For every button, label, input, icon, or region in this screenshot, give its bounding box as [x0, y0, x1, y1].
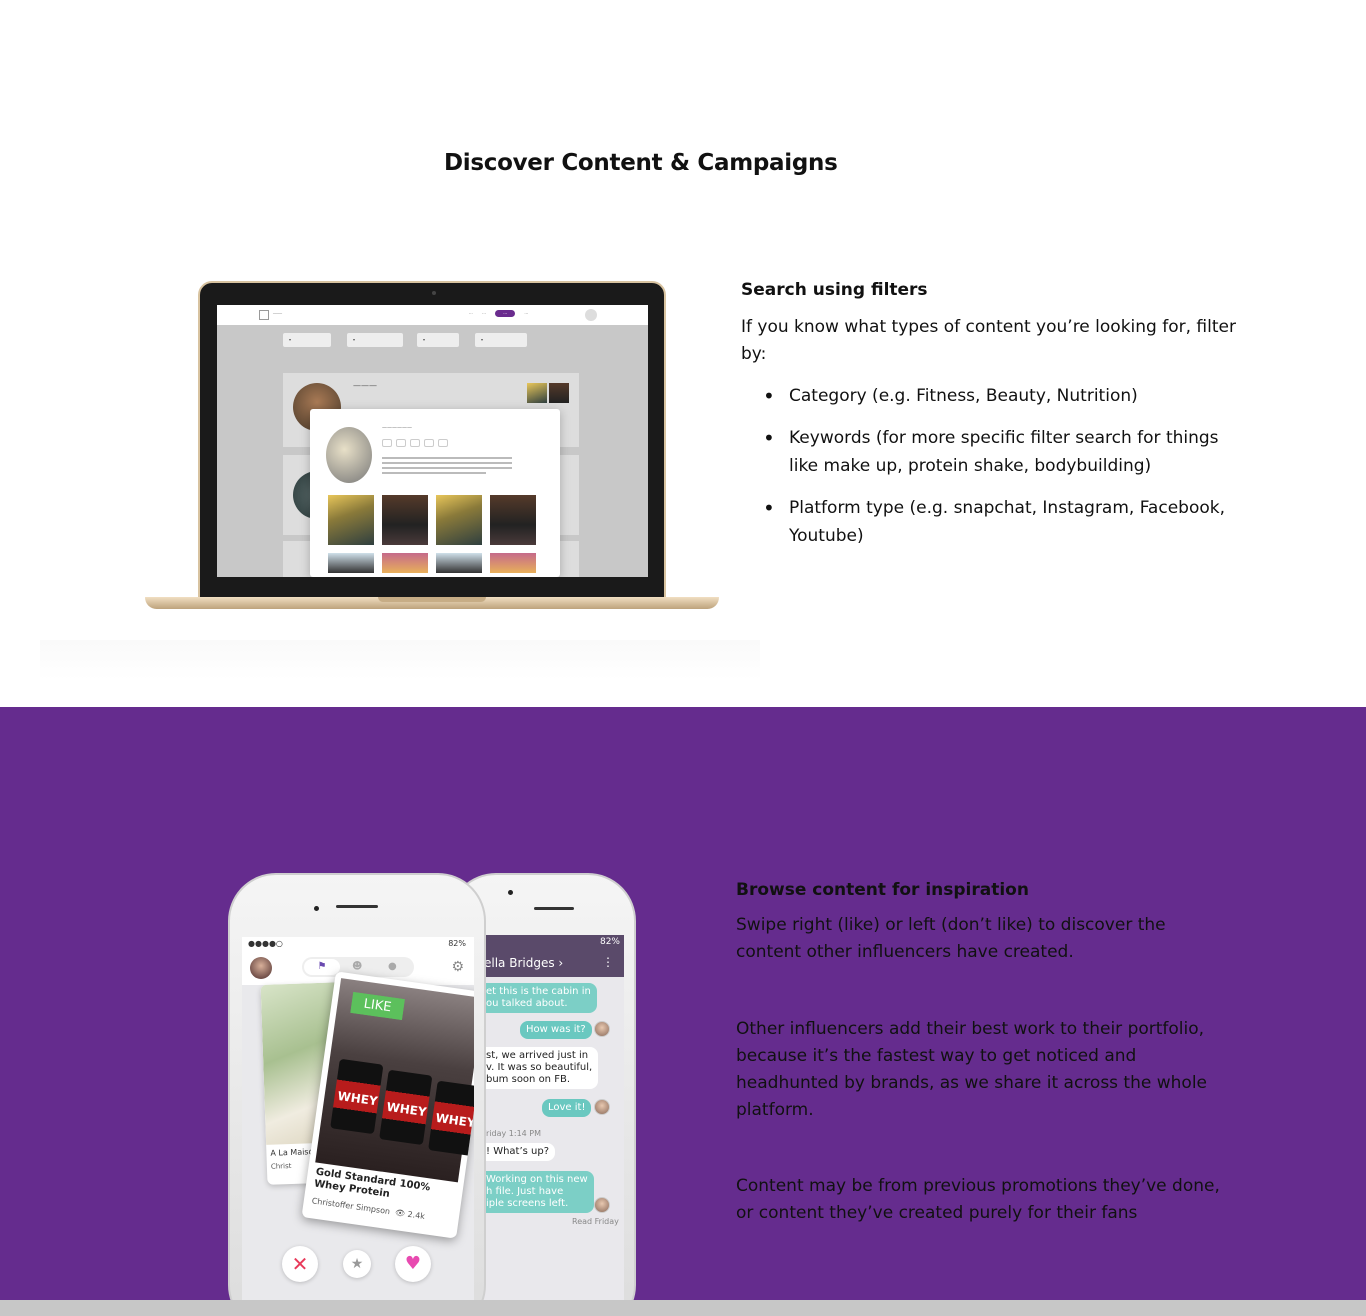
chat-contact-name: ella Bridges [484, 956, 555, 970]
grid-image [328, 495, 374, 545]
swipe-screen: ●●●●○ 82% ⚑ ☻ ● ⚙ A La Maison Hand & Bo … [242, 937, 474, 1316]
status-bar: 82% [480, 935, 624, 949]
chat-header: ella Bridges › ⋮ [480, 949, 624, 977]
filter-list: Category (e.g. Fitness, Beauty, Nutritio… [741, 382, 1241, 550]
nav-item-active: ··· [495, 310, 516, 317]
nav-item: ··· [482, 311, 486, 316]
browse-paragraph-promotions: Content may be from previous promotions … [736, 1176, 1220, 1223]
protein-tub: WHEY [379, 1069, 433, 1146]
avatar [585, 309, 597, 321]
protein-tub: WHEY [330, 1058, 384, 1135]
chat-timestamp: Friday 1:14 PM [482, 1129, 542, 1138]
grid-image [382, 495, 428, 545]
app-brand: ─── [273, 311, 283, 317]
app-logo-icon [259, 310, 269, 320]
app-nav: ··· ··· ··· ··· [469, 310, 536, 317]
grid-image [436, 495, 482, 545]
nav-item: ··· [524, 311, 529, 316]
chat-message: st, we arrived just in v. It was so beaut… [480, 1047, 599, 1089]
tag-icon[interactable]: ⚑ [304, 959, 340, 975]
discover-section: Discover Content & Campaigns ─── ··· ···… [0, 0, 1366, 707]
phone-sensor [508, 890, 513, 895]
more-menu-icon[interactable]: ⋮ [602, 955, 614, 969]
phone-speaker [336, 905, 378, 908]
laptop-screen: ─── ··· ··· ··· ··· ▾ ▾ ▾ ▾ ——— —————— [217, 305, 648, 577]
search-text-block: Search using filters If you know what ty… [741, 280, 1241, 564]
card-image: WHEY WHEY WHEY LIKE [315, 978, 474, 1183]
laptop-shadow [40, 640, 760, 680]
chat-message: How was it? [520, 1021, 592, 1039]
chat-message: Working on this new h file. Just have iple… [480, 1171, 594, 1213]
battery-label: 82% [599, 937, 620, 947]
filter-bullet-keywords: Keywords (for more specific filter searc… [741, 424, 1241, 480]
chat-message: et this is the cabin in ou talked about. [480, 983, 597, 1013]
bottom-strip [0, 1300, 1366, 1316]
chat-message: ! What’s up? [480, 1143, 556, 1161]
grid-image [328, 553, 374, 573]
laptop-camera [432, 291, 436, 295]
swipe-phone-mockup: ●●●●○ 82% ⚑ ☻ ● ⚙ A La Maison Hand & Bo … [228, 873, 486, 1316]
product-image [326, 427, 372, 483]
search-heading: Search using filters [741, 280, 928, 300]
browse-text-block: Browse content for inspiration Swipe rig… [736, 880, 1236, 1227]
browse-heading: Browse content for inspiration [736, 880, 1029, 900]
grid-image [382, 553, 428, 573]
like-badge: LIKE [350, 991, 405, 1020]
filter-platform: ▾ [475, 333, 527, 347]
filter-bullet-platform: Platform type (e.g. snapchat, Instagram,… [741, 494, 1241, 550]
chat-screen: 82% ella Bridges › ⋮ et this is the cabi… [480, 935, 624, 1315]
avatar [594, 1197, 610, 1213]
laptop-mockup: ─── ··· ··· ··· ··· ▾ ▾ ▾ ▾ ——— —————— [198, 281, 666, 599]
dislike-button[interactable]: ✕ [282, 1246, 318, 1282]
browse-paragraph-swipe: Swipe right (like) or left (don’t like) … [736, 915, 1166, 962]
like-button[interactable]: ♥ [395, 1246, 431, 1282]
laptop-notch [378, 597, 486, 602]
grid-image [436, 553, 482, 573]
phone-camera [314, 906, 319, 911]
modal-title: —————— [382, 425, 412, 431]
search-intro: If you know what types of content you’re… [741, 317, 1236, 364]
filter-range: ▾ [417, 333, 459, 347]
modal-actions [382, 439, 448, 447]
card-views: 2.4k [407, 1209, 426, 1222]
avatar[interactable] [250, 957, 272, 979]
nav-item: ··· [469, 311, 473, 316]
grid-image [490, 553, 536, 573]
phone-speaker [534, 907, 574, 910]
app-navbar: ─── ··· ··· ··· ··· [217, 305, 648, 325]
filter-bullet-category: Category (e.g. Fitness, Beauty, Nutritio… [741, 382, 1241, 410]
content-modal: —————— [310, 409, 560, 577]
grid-image [490, 495, 536, 545]
filter-keywords: ▾ [347, 333, 403, 347]
browse-paragraph-portfolio: Other influencers add their best work to… [736, 1019, 1207, 1120]
status-bar: ●●●●○ 82% [242, 937, 474, 951]
chat-message: Love it! [542, 1099, 592, 1117]
protein-tub: WHEY [428, 1080, 474, 1157]
gear-icon[interactable]: ⚙ [451, 959, 464, 975]
modal-description [382, 457, 512, 477]
battery-label: 82% [448, 939, 466, 948]
avatar [594, 1099, 610, 1115]
influencer-name: ——— [353, 381, 377, 390]
star-button[interactable]: ★ [343, 1250, 371, 1278]
thumbnails [527, 383, 569, 403]
content-grid [328, 495, 536, 573]
people-icon[interactable]: ☻ [352, 959, 362, 975]
avatar [594, 1021, 610, 1037]
filter-category: ▾ [283, 333, 331, 347]
lightbulb-icon[interactable]: ● [388, 959, 397, 975]
page-title: Discover Content & Campaigns [444, 150, 838, 176]
read-receipt: Read Friday [572, 1217, 619, 1226]
